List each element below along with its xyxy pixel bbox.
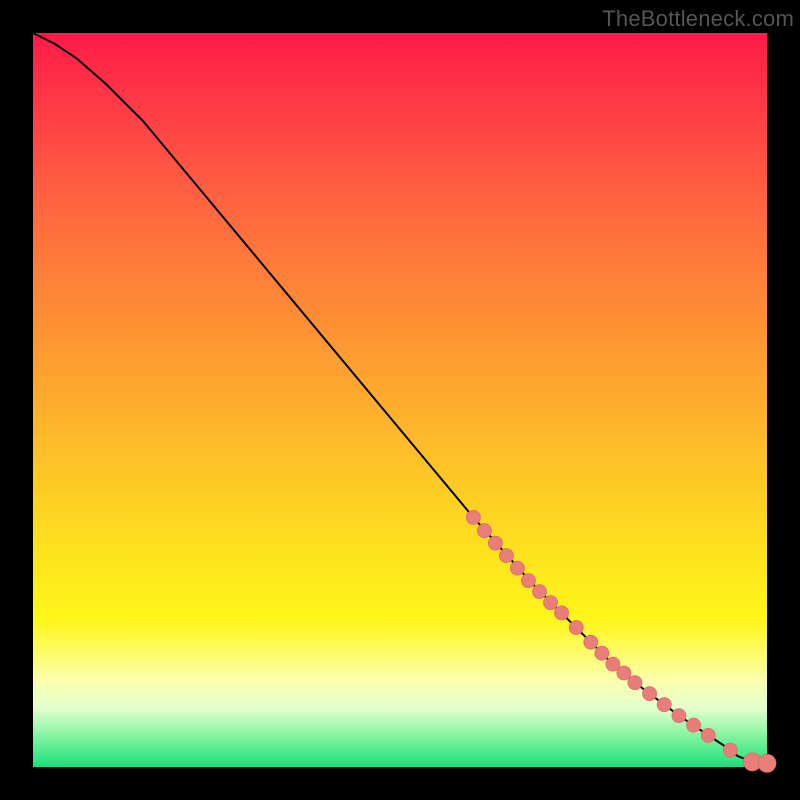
marker-point	[643, 687, 657, 701]
marker-point	[701, 728, 715, 742]
watermark-text: TheBottleneck.com	[602, 6, 794, 32]
marker-point	[672, 709, 686, 723]
marker-point	[628, 676, 642, 690]
bottleneck-curve	[33, 33, 767, 763]
marker-point	[584, 635, 598, 649]
marker-point	[595, 646, 609, 660]
chart-stage: TheBottleneck.com	[0, 0, 800, 800]
marker-point	[569, 621, 583, 635]
marker-point	[477, 524, 491, 538]
marker-point	[617, 666, 631, 680]
chart-svg	[33, 33, 767, 767]
marker-point	[758, 754, 776, 772]
marker-point	[723, 743, 737, 757]
marker-point	[544, 596, 558, 610]
marker-point	[522, 574, 536, 588]
marker-point	[657, 698, 671, 712]
marker-point	[533, 585, 547, 599]
marker-point	[687, 718, 701, 732]
marker-point	[555, 606, 569, 620]
marker-point	[510, 561, 524, 575]
highlight-markers	[466, 510, 776, 772]
marker-point	[499, 549, 513, 563]
marker-point	[488, 536, 502, 550]
marker-point	[466, 510, 480, 524]
